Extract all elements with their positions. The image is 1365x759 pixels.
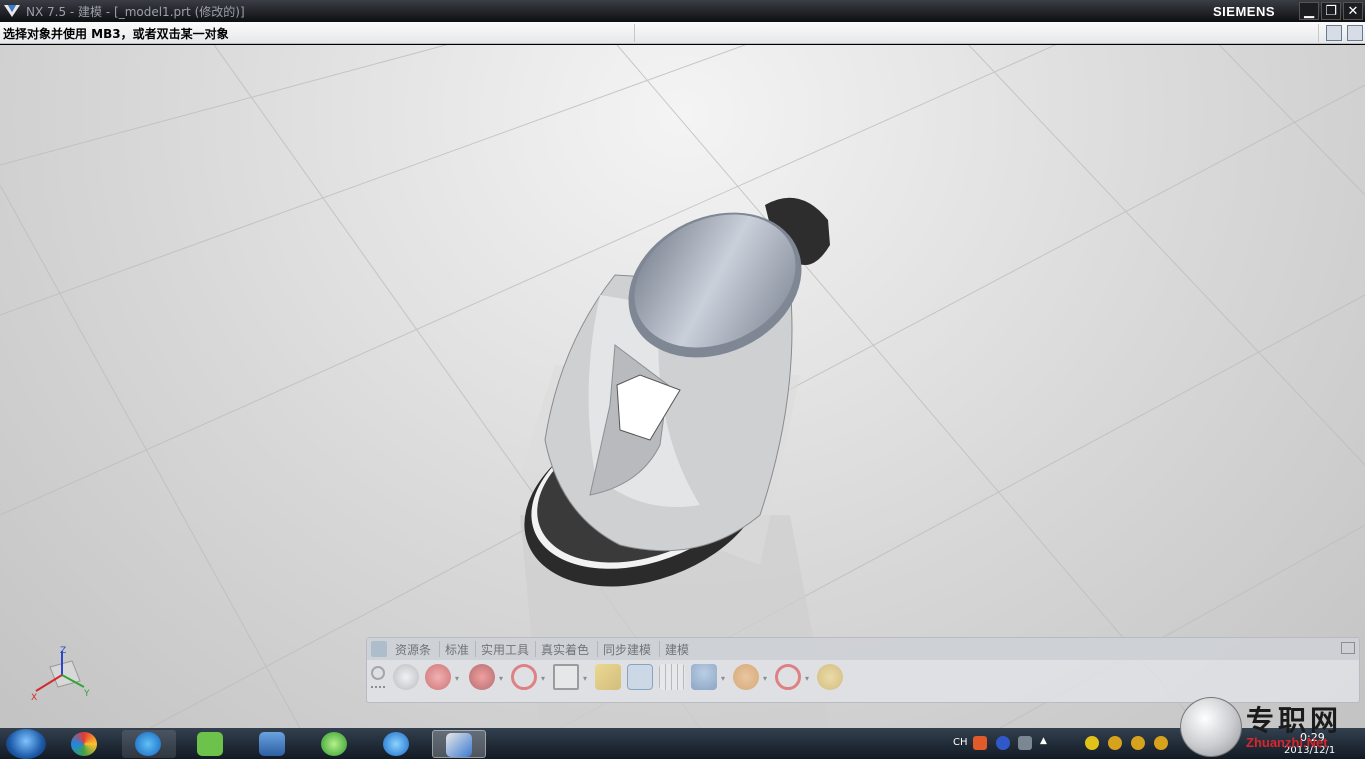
tab-utilities[interactable]: 实用工具 bbox=[481, 641, 529, 658]
dropdown-arrow-icon[interactable]: ▾ bbox=[721, 674, 725, 683]
orbit-icon[interactable] bbox=[733, 664, 759, 690]
help-icon[interactable] bbox=[996, 736, 1010, 750]
cue-separator bbox=[1318, 24, 1319, 42]
dropdown-arrow-icon[interactable]: ▾ bbox=[583, 674, 587, 683]
tab-modeling[interactable]: 建模 bbox=[665, 641, 689, 658]
sogou-ime-icon[interactable] bbox=[973, 736, 987, 750]
gear-icon[interactable] bbox=[371, 666, 385, 680]
k-icon bbox=[135, 732, 161, 756]
dropdown-arrow-icon[interactable]: ▾ bbox=[763, 674, 767, 683]
taskbar-app-kuwo[interactable] bbox=[58, 730, 112, 758]
graphics-window[interactable]: Z Y X bbox=[0, 45, 1365, 728]
pencil-icon[interactable] bbox=[595, 664, 621, 690]
tray-expand-icon[interactable]: ▲ bbox=[1040, 736, 1054, 750]
taskbar: CH ▲ 0:29 2013/12/1 bbox=[0, 728, 1365, 759]
cue-prompt: 选择对象并使用 MB3，或者双击某一对象 bbox=[3, 27, 229, 41]
tab-true-shading[interactable]: 真实着色 bbox=[541, 641, 589, 658]
axis-label-x: X bbox=[31, 693, 38, 703]
sphere-render-icon[interactable] bbox=[393, 664, 419, 690]
taskbar-app-files[interactable] bbox=[246, 730, 300, 758]
grip-icon[interactable] bbox=[371, 686, 385, 692]
dropdown-arrow-icon[interactable]: ▾ bbox=[455, 674, 459, 683]
ribbon-tabs: 资源条 标准 实用工具 真实着色 同步建模 建模 bbox=[367, 638, 1359, 660]
cue-separator bbox=[634, 24, 635, 42]
green-globe-icon bbox=[321, 732, 347, 756]
status-window-icon[interactable] bbox=[1326, 25, 1342, 41]
tab-synchronous-modeling[interactable]: 同步建模 bbox=[603, 641, 651, 658]
ribbon-icon-row: ▾ ▾ ▾ ▾ ▾ ▾ ▾ bbox=[389, 662, 1339, 694]
tab-resource-bar[interactable]: 资源条 bbox=[395, 641, 431, 658]
red-sphere-icon[interactable] bbox=[425, 664, 451, 690]
nx-icon bbox=[446, 733, 472, 757]
frame-icon[interactable] bbox=[553, 664, 579, 690]
search-icon[interactable] bbox=[817, 664, 843, 690]
play-icon bbox=[383, 732, 409, 756]
add-icon[interactable] bbox=[1085, 736, 1099, 750]
qq-icon[interactable] bbox=[1154, 736, 1168, 750]
grid-icon[interactable] bbox=[659, 664, 685, 690]
qq-icon[interactable] bbox=[1131, 736, 1145, 750]
maximize-button[interactable]: ❐ bbox=[1321, 2, 1341, 20]
cue-line: 选择对象并使用 MB3，或者双击某一对象 bbox=[0, 22, 1365, 44]
model-scene bbox=[0, 45, 1365, 728]
taskbar-app-k[interactable] bbox=[122, 730, 176, 758]
film-icon bbox=[259, 732, 285, 756]
window-title: NX 7.5 - 建模 - [_model1.prt (修改的)] bbox=[26, 5, 245, 19]
colorful-app-icon bbox=[71, 732, 97, 756]
taskbar-app-nx[interactable] bbox=[432, 730, 486, 758]
close-button[interactable]: ✕ bbox=[1343, 2, 1363, 20]
dropdown-arrow-icon[interactable]: ▾ bbox=[499, 674, 503, 683]
full-screen-icon[interactable] bbox=[1347, 25, 1363, 41]
no-symbol-icon[interactable] bbox=[511, 664, 537, 690]
iqiyi-icon bbox=[197, 732, 223, 756]
title-bar: NX 7.5 - 建模 - [_model1.prt (修改的)] SIEMEN… bbox=[0, 0, 1365, 22]
tab-standard[interactable]: 标准 bbox=[445, 641, 469, 658]
user-icon[interactable] bbox=[691, 664, 717, 690]
minimize-button[interactable]: ▁ bbox=[1299, 2, 1319, 20]
language-indicator[interactable]: CH bbox=[953, 737, 968, 748]
nx-app-icon[interactable] bbox=[3, 3, 21, 19]
watermark: 专职网 Zhuanzhi.Net bbox=[1180, 695, 1365, 759]
dropdown-arrow-icon[interactable]: ▾ bbox=[541, 674, 545, 683]
axis-label-y: Y bbox=[84, 689, 90, 699]
start-button[interactable] bbox=[6, 729, 46, 759]
taskbar-app-iqiyi[interactable] bbox=[184, 730, 238, 758]
qq-icon[interactable] bbox=[1108, 736, 1122, 750]
watermark-cn: 专职网 bbox=[1246, 704, 1343, 737]
person-icon[interactable] bbox=[627, 664, 653, 690]
axis-label-z: Z bbox=[60, 646, 67, 656]
soccer-ball-logo-icon bbox=[1180, 697, 1242, 757]
ribbon-options-icon[interactable] bbox=[1341, 642, 1355, 654]
taskbar-app-player[interactable] bbox=[370, 730, 424, 758]
red-ball-icon[interactable] bbox=[469, 664, 495, 690]
watermark-en: Zhuanzhi.Net bbox=[1246, 735, 1328, 750]
ime-options-icon[interactable] bbox=[1018, 736, 1032, 750]
dropdown-arrow-icon[interactable]: ▾ bbox=[805, 674, 809, 683]
taskbar-app-360[interactable] bbox=[308, 730, 362, 758]
ribbon-menu-icon[interactable] bbox=[371, 641, 387, 657]
ribbon-toolbar: 资源条 标准 实用工具 真实着色 同步建模 建模 ▾ ▾ ▾ ▾ ▾ ▾ ▾ bbox=[366, 637, 1360, 703]
siemens-logo: SIEMENS bbox=[1213, 4, 1276, 19]
stop-icon[interactable] bbox=[775, 664, 801, 690]
